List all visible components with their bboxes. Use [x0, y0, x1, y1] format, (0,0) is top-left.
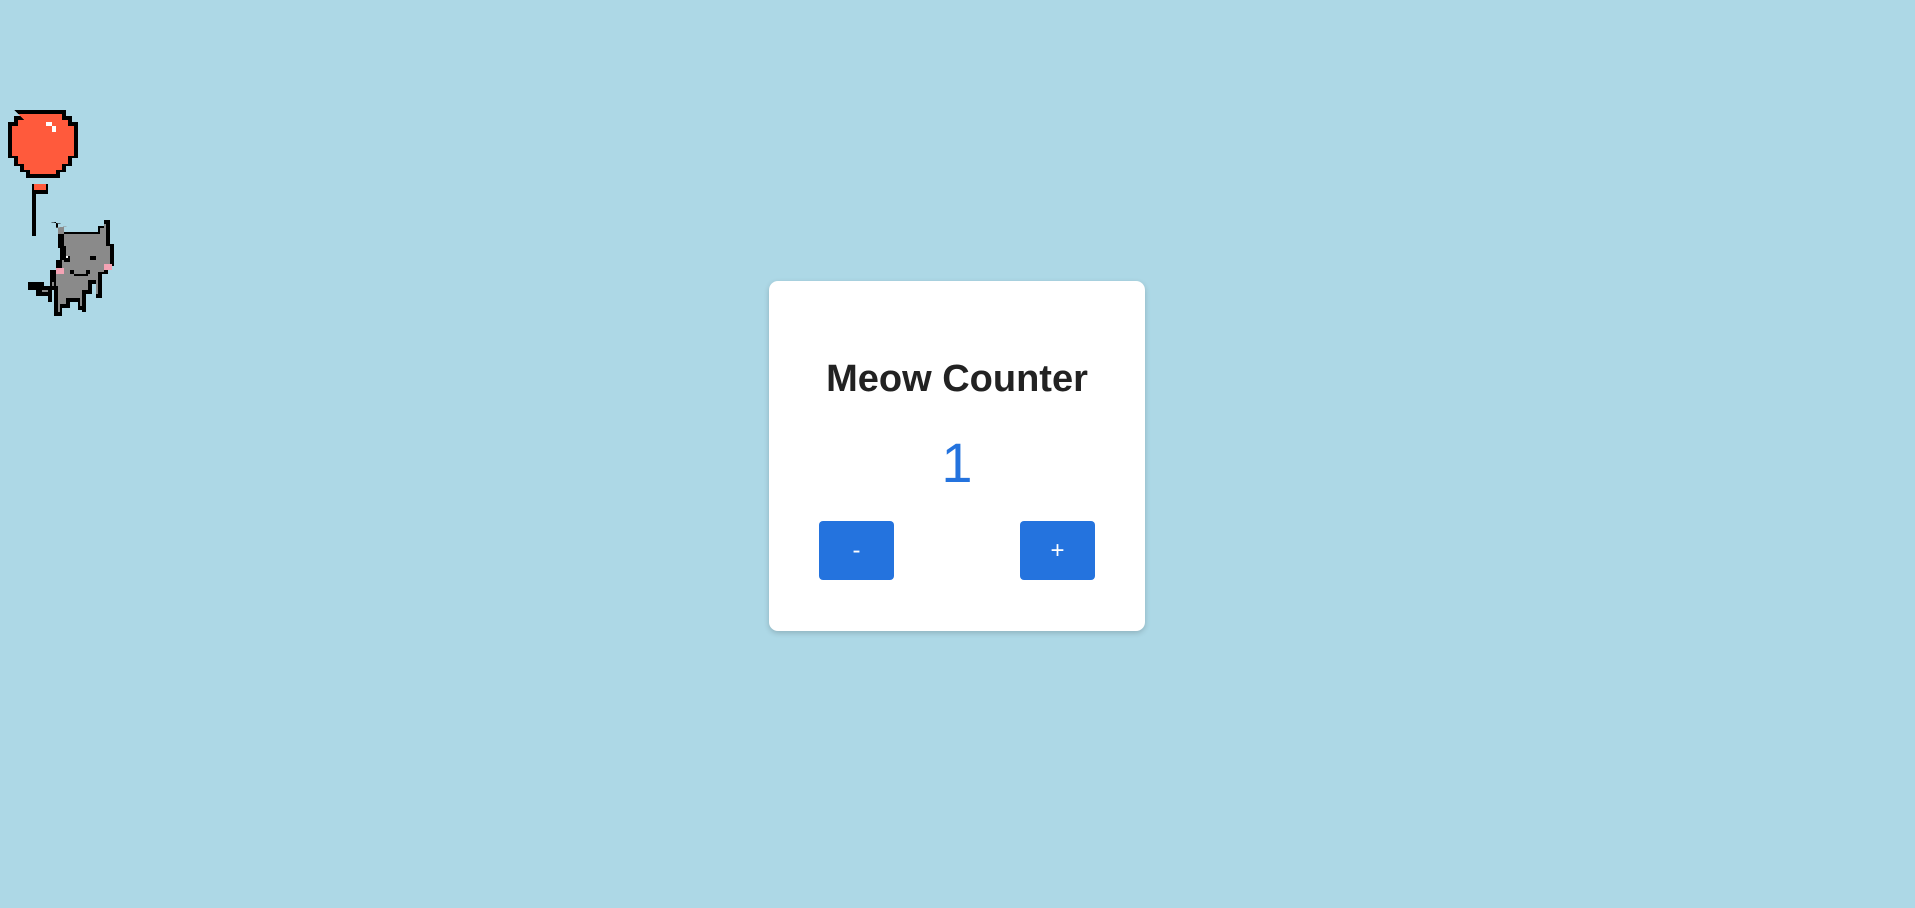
- increment-button[interactable]: +: [1020, 521, 1095, 580]
- cat-with-balloon-icon: [0, 104, 124, 352]
- balloon-icon: [8, 110, 78, 236]
- decrement-button[interactable]: -: [819, 521, 894, 580]
- counter-value: 1: [941, 431, 973, 494]
- counter-card: Meow Counter 1 - +: [769, 281, 1145, 631]
- page: Meow Counter 1 - +: [0, 0, 1915, 908]
- counter-title: Meow Counter: [826, 358, 1088, 400]
- cat-icon: [28, 220, 114, 316]
